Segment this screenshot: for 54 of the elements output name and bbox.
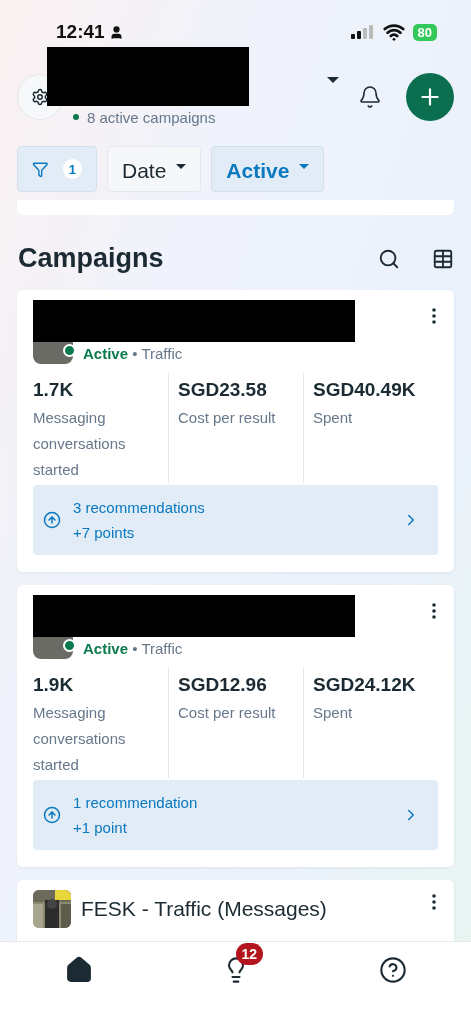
caret-icon[interactable] [327,77,339,83]
more-icon [432,308,436,324]
filter-button[interactable]: 1 [17,146,97,192]
arrow-up-circle-icon [43,511,61,529]
recommendation-button[interactable]: 3 recommendations +7 points [33,485,438,555]
arrow-up-circle-icon [43,806,61,824]
dropdown-chip[interactable]: Date [107,146,202,192]
metric-label: Cost per result [178,408,277,428]
notification-badge: 12 [235,943,264,965]
metric-label: Spent [313,408,354,428]
active-campaigns-count: 8 active campaigns [73,108,348,126]
more-button[interactable] [432,894,436,910]
notifications-button[interactable] [358,85,382,109]
nav-tab[interactable] [64,956,93,984]
caret-icon [176,163,187,169]
more-button[interactable] [432,603,436,619]
create-button[interactable] [406,73,454,121]
nav-tab[interactable]: 12 [221,943,270,984]
signal-icon [350,25,375,39]
more-button[interactable] [432,308,436,324]
metric-value: SGD40.49K [313,379,417,401]
filter-count: 1 [62,159,82,179]
caret-icon [299,163,310,169]
nav-tab[interactable] [378,956,407,984]
recommendation-button[interactable]: 1 recommendation +1 point [33,780,438,850]
metric-label: Messaging conversations started [33,408,127,480]
metric-label: Messaging conversations started [33,703,127,775]
recommendation-title: 1 recommendation [73,794,199,811]
metric-value: SGD12.96 [178,674,268,696]
wifi-icon [382,21,405,43]
campaign-status: Active • Traffic [83,345,183,364]
recommendation-points: +1 point [73,819,128,836]
more-icon [432,603,436,619]
home-icon [64,956,93,984]
metric-value: SGD24.12K [313,674,417,696]
metric-label: Cost per result [178,703,277,723]
recommendation-title: 3 recommendations [73,499,206,516]
recommendation-points: +7 points [73,524,136,541]
more-icon [432,894,436,910]
person-icon [108,24,124,40]
metric-value: SGD23.58 [178,379,268,401]
dropdown-chip[interactable]: Active [211,146,325,192]
settings-icon [31,88,49,106]
metric-value: 1.9K [33,674,75,696]
help-icon [378,956,407,984]
section-title: Campaigns [18,243,165,274]
filter-icon [32,160,49,178]
battery-level: 80 [412,23,437,41]
campaign-status: Active • Traffic [83,640,183,659]
status-time: 12:41 [56,21,105,43]
search-button[interactable] [378,247,400,270]
table-view-button[interactable] [432,247,454,270]
metric-value: 1.7K [33,379,75,401]
metric-label: Spent [313,703,354,723]
